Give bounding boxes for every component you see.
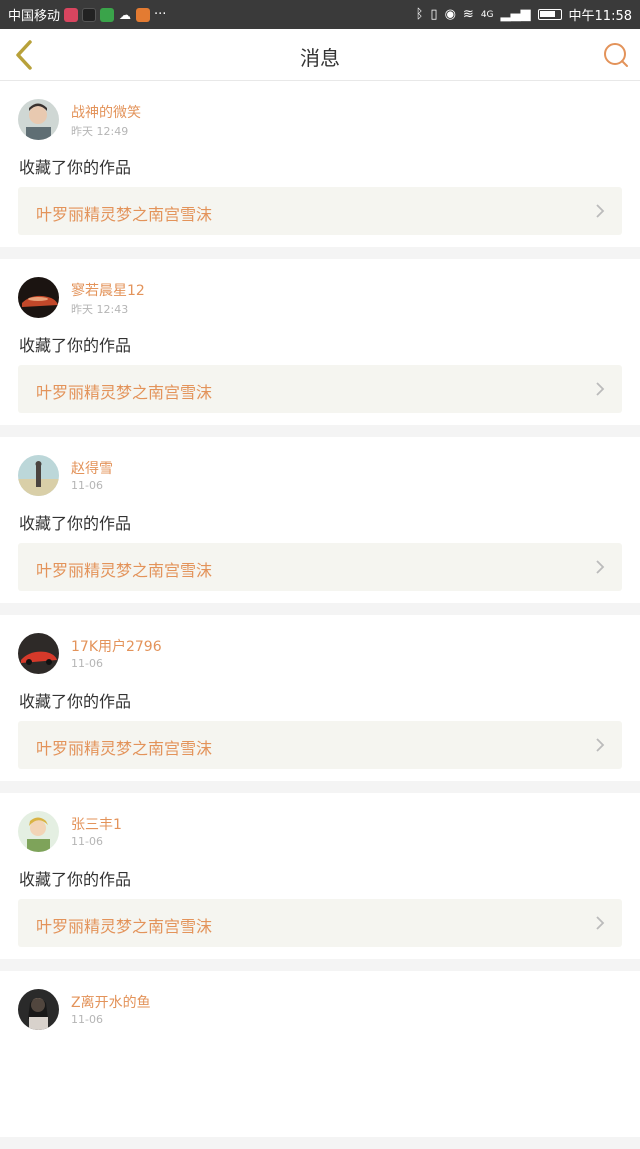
work-link[interactable]: 叶罗丽精灵梦之南宫雪沫 bbox=[18, 721, 622, 769]
work-title: 叶罗丽精灵梦之南宫雪沫 bbox=[36, 205, 213, 224]
app-notification-icon bbox=[64, 7, 79, 22]
username[interactable]: Z离开水的鱼 bbox=[71, 992, 151, 1012]
message-card: 寥若晨星12 昨天 12:43 收藏了你的作品 叶罗丽精灵梦之南宫雪沫 bbox=[0, 259, 640, 425]
message-list: 战神的微笑 昨天 12:49 收藏了你的作品 叶罗丽精灵梦之南宫雪沫 寥若晨星1… bbox=[0, 81, 640, 1149]
tiktok-icon bbox=[82, 7, 97, 22]
avatar[interactable] bbox=[18, 633, 59, 674]
battery-icon bbox=[537, 9, 562, 20]
message-card: 张三丰1 11-06 收藏了你的作品 叶罗丽精灵梦之南宫雪沫 bbox=[0, 793, 640, 959]
avatar[interactable] bbox=[18, 811, 59, 852]
page-title: 消息 bbox=[300, 46, 340, 70]
action-text: 收藏了你的作品 bbox=[19, 336, 132, 355]
action-text: 收藏了你的作品 bbox=[19, 870, 132, 889]
work-link[interactable]: 叶罗丽精灵梦之南宫雪沫 bbox=[18, 187, 622, 235]
username[interactable]: 张三丰1 bbox=[71, 814, 122, 834]
work-title: 叶罗丽精灵梦之南宫雪沫 bbox=[36, 561, 213, 580]
chevron-right-icon bbox=[596, 560, 605, 574]
avatar[interactable] bbox=[18, 277, 59, 318]
message-card: Z离开水的鱼 11-06 bbox=[0, 971, 640, 1137]
wifi-icon: ≋ bbox=[462, 7, 474, 22]
search-icon[interactable] bbox=[602, 41, 630, 69]
work-title: 叶罗丽精灵梦之南宫雪沫 bbox=[36, 917, 213, 936]
message-card: 战神的微笑 昨天 12:49 收藏了你的作品 叶罗丽精灵梦之南宫雪沫 bbox=[0, 81, 640, 247]
vibrate-icon: ▯ bbox=[430, 7, 438, 22]
cloud-icon: ☁ bbox=[119, 7, 132, 22]
action-text: 收藏了你的作品 bbox=[19, 692, 132, 711]
bluetooth-icon: ᛒ bbox=[415, 7, 424, 22]
timestamp: 11-06 bbox=[71, 479, 103, 492]
status-bar: 中国移动 ☁ ··· ᛒ ▯ ◉ ≋ 4G ▂▄▆ 中午11:58 bbox=[0, 0, 640, 29]
timestamp: 11-06 bbox=[71, 835, 103, 848]
more-notifications: ··· bbox=[154, 7, 167, 22]
chevron-right-icon bbox=[596, 916, 605, 930]
clock: 中午11:58 bbox=[568, 9, 632, 24]
message-card: 17K用户2796 11-06 收藏了你的作品 叶罗丽精灵梦之南宫雪沫 bbox=[0, 615, 640, 781]
carrier-label: 中国移动 bbox=[8, 9, 61, 24]
timestamp: 11-06 bbox=[71, 1013, 103, 1026]
work-link[interactable]: 叶罗丽精灵梦之南宫雪沫 bbox=[18, 543, 622, 591]
wechat-icon bbox=[100, 7, 115, 22]
work-link[interactable]: 叶罗丽精灵梦之南宫雪沫 bbox=[18, 365, 622, 413]
message-card: 赵得雪 11-06 收藏了你的作品 叶罗丽精灵梦之南宫雪沫 bbox=[0, 437, 640, 603]
nav-bar: 消息 bbox=[0, 29, 640, 81]
eye-icon: ◉ bbox=[444, 7, 456, 22]
timestamp: 11-06 bbox=[71, 657, 103, 670]
timestamp: 昨天 12:49 bbox=[71, 125, 129, 138]
signal-icon: ▂▄▆ bbox=[500, 7, 531, 22]
timestamp: 昨天 12:43 bbox=[71, 303, 129, 316]
action-text: 收藏了你的作品 bbox=[19, 158, 132, 177]
username[interactable]: 战神的微笑 bbox=[71, 102, 141, 122]
username[interactable]: 寥若晨星12 bbox=[71, 280, 145, 300]
taobao-icon bbox=[136, 7, 151, 22]
chevron-right-icon bbox=[596, 738, 605, 752]
work-title: 叶罗丽精灵梦之南宫雪沫 bbox=[36, 739, 213, 758]
action-text: 收藏了你的作品 bbox=[19, 514, 132, 533]
chevron-right-icon bbox=[596, 382, 605, 396]
chevron-right-icon bbox=[596, 204, 605, 218]
work-link[interactable]: 叶罗丽精灵梦之南宫雪沫 bbox=[18, 899, 622, 947]
username[interactable]: 赵得雪 bbox=[71, 458, 113, 478]
username[interactable]: 17K用户2796 bbox=[71, 636, 162, 656]
work-title: 叶罗丽精灵梦之南宫雪沫 bbox=[36, 383, 213, 402]
avatar[interactable] bbox=[18, 455, 59, 496]
avatar[interactable] bbox=[18, 99, 59, 140]
network-label: 4G bbox=[480, 9, 494, 20]
